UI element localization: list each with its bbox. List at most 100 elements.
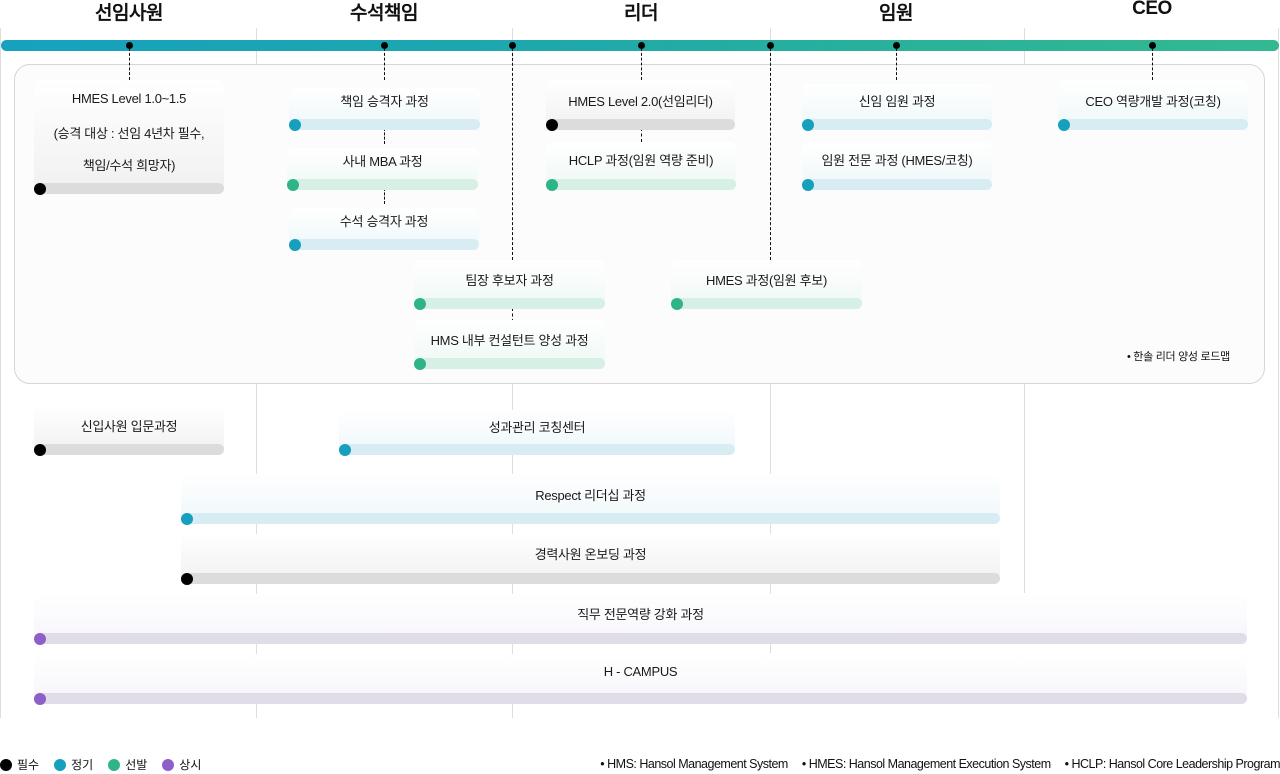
course-hmes-exec-candidate[interactable]: HMES 과정(임원 후보) xyxy=(671,260,862,310)
course-bar xyxy=(802,179,992,190)
legend-label: 선발 xyxy=(125,758,148,772)
course-hmes-level-2[interactable]: HMES Level 2.0(선임리더) xyxy=(546,80,735,131)
course-hmes-level-1[interactable]: HMES Level 1.0~1.5 (승격 대상 : 선임 4년차 필수, 책… xyxy=(34,80,224,195)
course-coaching-center[interactable]: 성과관리 코칭센터 xyxy=(339,410,735,456)
course-bar xyxy=(181,513,1000,524)
course-label: HMS 내부 컨설턴트 양성 과정 xyxy=(430,333,589,348)
course-label: 신입사원 입문과정 xyxy=(80,419,178,434)
course-bar xyxy=(414,298,605,309)
course-label: (승격 대상 : 선임 4년차 필수, xyxy=(53,126,205,141)
regular-dot-icon xyxy=(289,118,301,131)
regular-dot-icon xyxy=(802,178,814,191)
legend: 필수 정기 선발 상시 xyxy=(0,756,216,773)
stage-title-senior: 선임사원 xyxy=(95,3,163,24)
course-label: 사내 MBA 과정 xyxy=(342,154,423,169)
course-suseok-promotion[interactable]: 수석 승격자 과정 xyxy=(289,208,479,251)
connector-line xyxy=(129,48,130,80)
selective-dot-icon xyxy=(414,357,426,370)
course-bar xyxy=(181,573,1000,584)
course-bar xyxy=(546,119,735,130)
course-bar xyxy=(339,444,735,455)
course-label: H - CAMPUS xyxy=(603,664,678,679)
course-new-executive[interactable]: 신임 임원 과정 xyxy=(802,84,992,131)
connector-line xyxy=(770,48,771,260)
course-label: 경력사원 온보딩 과정 xyxy=(534,547,647,562)
course-h-campus[interactable]: H - CAMPUS xyxy=(34,654,1247,705)
milestone-dot xyxy=(767,42,774,49)
always-dot-icon xyxy=(162,758,175,771)
course-label: 수석 승격자 과정 xyxy=(339,214,429,229)
regular-dot-icon xyxy=(339,443,351,456)
course-label: 성과관리 코칭센터 xyxy=(488,420,586,435)
course-bar xyxy=(802,119,992,130)
required-dot-icon xyxy=(181,572,193,585)
regular-dot-icon xyxy=(289,238,301,251)
column-divider xyxy=(1278,28,1279,718)
course-team-leader-candidate[interactable]: 팀장 후보자 과정 xyxy=(414,260,605,310)
course-bar xyxy=(289,119,480,130)
connector-line xyxy=(384,48,385,80)
course-label: CEO 역량개발 과정(코칭) xyxy=(1085,94,1221,109)
course-respect-leadership[interactable]: Respect 리더십 과정 xyxy=(181,474,1000,525)
course-label: HMES Level 2.0(선임리더) xyxy=(568,94,713,109)
required-dot-icon xyxy=(546,118,558,131)
connector-line xyxy=(896,48,897,80)
course-bar xyxy=(34,444,224,455)
course-bar xyxy=(1058,119,1248,130)
milestone-dot xyxy=(381,42,388,49)
stage-title-ceo: CEO xyxy=(1132,0,1172,19)
legend-label: 필수 xyxy=(17,758,40,772)
course-label: 직무 전문역량 강화 과정 xyxy=(577,607,704,622)
abbreviation-notes: • HMS: Hansol Management System • HMES: … xyxy=(586,757,1280,771)
selective-dot-icon xyxy=(546,178,558,191)
legend-item-regular: 정기 xyxy=(54,756,93,773)
selective-dot-icon xyxy=(108,758,121,771)
legend-item-required: 필수 xyxy=(0,756,39,773)
course-new-employee-intro[interactable]: 신입사원 입문과정 xyxy=(34,405,224,456)
selective-dot-icon xyxy=(287,178,299,191)
course-ceo-development[interactable]: CEO 역량개발 과정(코칭) xyxy=(1058,80,1248,131)
legend-label: 상시 xyxy=(179,758,202,772)
course-bar xyxy=(546,179,736,190)
abbreviation-hclp: • HCLP: Hansol Core Leadership Program xyxy=(1064,757,1280,771)
required-dot-icon xyxy=(0,758,12,771)
course-executive-expert[interactable]: 임원 전문 과정 (HMES/코칭) xyxy=(802,142,992,191)
course-label: 임원 전문 과정 (HMES/코칭) xyxy=(821,153,973,168)
course-chaekim-promotion[interactable]: 책임 승격자 과정 xyxy=(289,88,480,131)
course-bar xyxy=(34,183,224,194)
course-experienced-onboarding[interactable]: 경력사원 온보딩 과정 xyxy=(181,534,1000,585)
milestone-dot xyxy=(1149,42,1156,49)
selective-dot-icon xyxy=(414,297,426,310)
always-dot-icon xyxy=(34,632,46,645)
selective-dot-icon xyxy=(671,297,683,310)
course-label: 책임/수석 희망자) xyxy=(82,158,176,173)
course-bar xyxy=(287,179,478,190)
course-bar xyxy=(414,358,605,369)
stage-title-principal: 수석책임 xyxy=(350,3,418,24)
milestone-dot xyxy=(893,42,900,49)
legend-label: 정기 xyxy=(71,758,94,772)
milestone-dot xyxy=(509,42,516,49)
course-bar xyxy=(34,693,1247,704)
course-hclp[interactable]: HCLP 과정(임원 역량 준비) xyxy=(546,142,736,191)
regular-dot-icon xyxy=(1058,118,1070,131)
regular-dot-icon xyxy=(802,118,814,131)
course-label: Respect 리더십 과정 xyxy=(535,488,646,503)
course-job-competency[interactable]: 직무 전문역량 강화 과정 xyxy=(34,594,1247,645)
course-label: HMES 과정(임원 후보) xyxy=(705,273,827,288)
connector-line xyxy=(1152,48,1153,80)
legend-item-selective: 선발 xyxy=(108,756,147,773)
course-label: 팀장 후보자 과정 xyxy=(465,273,554,288)
course-label: 책임 승격자 과정 xyxy=(340,94,429,109)
course-hms-consultant[interactable]: HMS 내부 컨설턴트 양성 과정 xyxy=(414,320,605,370)
required-dot-icon xyxy=(34,443,46,456)
course-label: 신임 임원 과정 xyxy=(858,94,936,109)
connector-line xyxy=(512,48,513,260)
abbreviation-hmes: • HMES: Hansol Management Execution Syst… xyxy=(801,757,1051,771)
course-label: HCLP 과정(임원 역량 준비) xyxy=(568,153,714,168)
column-divider xyxy=(0,28,1,718)
course-internal-mba[interactable]: 사내 MBA 과정 xyxy=(287,148,478,191)
legend-item-always: 상시 xyxy=(162,756,201,773)
connector-line xyxy=(641,48,642,80)
stage-title-leader: 리더 xyxy=(624,3,658,24)
